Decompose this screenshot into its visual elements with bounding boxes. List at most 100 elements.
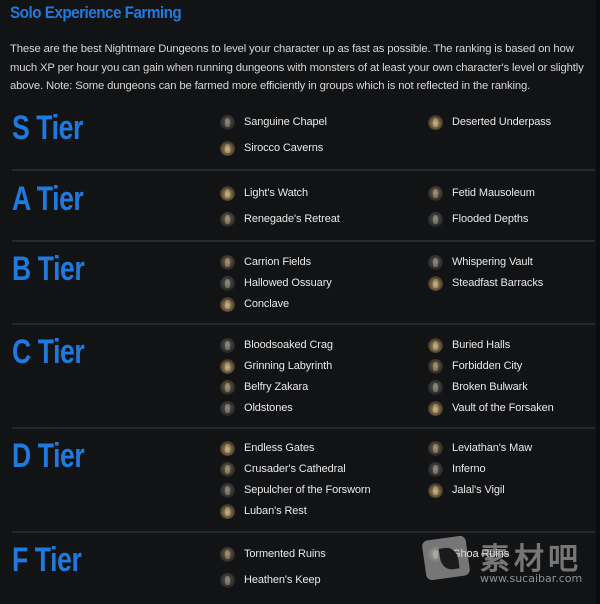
dungeon-region-icon bbox=[220, 275, 235, 291]
tier-separator bbox=[12, 427, 595, 429]
dungeon-item[interactable]: Deserted Underpass bbox=[428, 112, 551, 132]
dungeon-item[interactable]: Whispering Vault bbox=[428, 252, 533, 272]
dungeon-region-icon bbox=[220, 337, 235, 353]
dungeon-item[interactable]: Luban's Rest bbox=[220, 501, 307, 521]
dungeon-item[interactable]: Forbidden City bbox=[428, 356, 522, 376]
watermark: 素材吧 www.sucaibar.com bbox=[418, 534, 598, 594]
dungeon-region-icon bbox=[220, 254, 235, 270]
dungeon-item[interactable]: Light's Watch bbox=[220, 183, 308, 203]
dungeon-name: Vault of the Forsaken bbox=[452, 402, 554, 414]
dungeon-name: Fetid Mausoleum bbox=[452, 187, 535, 199]
dungeon-region-icon bbox=[220, 114, 235, 130]
dungeon-region-icon bbox=[428, 546, 443, 562]
dungeon-name: Sirocco Caverns bbox=[244, 142, 324, 154]
dungeon-item[interactable]: Grinning Labyrinth bbox=[220, 356, 332, 376]
dungeon-item[interactable]: Crusader's Cathedral bbox=[220, 459, 346, 479]
dungeon-name: Sepulcher of the Forsworn bbox=[244, 484, 371, 496]
tier-label: S Tier bbox=[12, 109, 83, 147]
dungeon-item[interactable]: Sanguine Chapel bbox=[220, 112, 327, 132]
dungeon-region-icon bbox=[428, 400, 443, 416]
dungeon-item[interactable]: Jalal's Vigil bbox=[428, 480, 505, 500]
dungeon-region-icon bbox=[220, 358, 235, 374]
dungeon-item[interactable]: Conclave bbox=[220, 294, 289, 314]
dungeon-item[interactable]: Sirocco Caverns bbox=[220, 138, 323, 158]
dungeon-region-icon bbox=[220, 572, 235, 588]
dungeon-name: Leviathan's Maw bbox=[452, 442, 533, 454]
dungeon-item[interactable]: Oldstones bbox=[220, 398, 293, 418]
dungeon-name: Conclave bbox=[244, 298, 290, 310]
dungeon-item[interactable]: Renegade's Retreat bbox=[220, 209, 340, 229]
dungeon-region-icon bbox=[220, 296, 235, 312]
dungeon-item[interactable]: Belfry Zakara bbox=[220, 377, 308, 397]
dungeon-item[interactable]: Endless Gates bbox=[220, 438, 314, 458]
dungeon-name: Flooded Depths bbox=[452, 213, 529, 225]
tier-label: D Tier bbox=[12, 437, 85, 475]
tier-label: C Tier bbox=[12, 333, 85, 371]
dungeon-item[interactable]: Steadfast Barracks bbox=[428, 273, 543, 293]
dungeon-item[interactable]: Fetid Mausoleum bbox=[428, 183, 535, 203]
dungeon-item[interactable]: Bloodsoaked Crag bbox=[220, 335, 333, 355]
dungeon-name: Heathen's Keep bbox=[244, 574, 321, 586]
tier-separator bbox=[12, 240, 595, 242]
dungeon-region-icon bbox=[428, 440, 443, 456]
dungeon-name: Endless Gates bbox=[244, 442, 315, 454]
dungeon-name: Bloodsoaked Crag bbox=[244, 339, 333, 351]
dungeon-item[interactable]: Broken Bulwark bbox=[428, 377, 528, 397]
dungeon-name: Deserted Underpass bbox=[452, 116, 552, 128]
dungeon-region-icon bbox=[220, 140, 235, 156]
dungeon-item[interactable]: Vault of the Forsaken bbox=[428, 398, 554, 418]
dungeon-name: Jalal's Vigil bbox=[452, 484, 505, 496]
dungeon-item[interactable]: Tormented Ruins bbox=[220, 544, 326, 564]
scrollbar-edge bbox=[596, 0, 600, 604]
dungeon-name: Broken Bulwark bbox=[452, 381, 528, 393]
dungeon-region-icon bbox=[428, 379, 443, 395]
dungeon-item[interactable]: Leviathan's Maw bbox=[428, 438, 532, 458]
dungeon-name: Sanguine Chapel bbox=[244, 116, 327, 128]
dungeon-name: Light's Watch bbox=[244, 187, 308, 199]
dungeon-region-icon bbox=[428, 358, 443, 374]
dungeon-name: Crusader's Cathedral bbox=[244, 463, 346, 475]
dungeon-item[interactable]: Hallowed Ossuary bbox=[220, 273, 332, 293]
dungeon-region-icon bbox=[428, 275, 443, 291]
dungeon-name: Tormented Ruins bbox=[244, 548, 326, 560]
dungeon-region-icon bbox=[428, 211, 443, 227]
dungeon-item[interactable]: Sepulcher of the Forsworn bbox=[220, 480, 371, 500]
dungeon-name: Luban's Rest bbox=[244, 505, 307, 517]
dungeon-region-icon bbox=[428, 337, 443, 353]
dungeon-region-icon bbox=[428, 114, 443, 130]
watermark-url: www.sucaibar.com bbox=[480, 572, 583, 585]
dungeon-item[interactable]: Carrion Fields bbox=[220, 252, 311, 272]
dungeon-name: Steadfast Barracks bbox=[452, 277, 544, 289]
dungeon-region-icon bbox=[428, 185, 443, 201]
dungeon-name: Inferno bbox=[452, 463, 486, 475]
dungeon-region-icon bbox=[428, 482, 443, 498]
tier-label: F Tier bbox=[12, 541, 82, 579]
dungeon-name: Carrion Fields bbox=[244, 256, 312, 268]
tier-separator bbox=[12, 323, 595, 325]
dungeon-item[interactable]: Flooded Depths bbox=[428, 209, 528, 229]
dungeon-name: Grinning Labyrinth bbox=[244, 360, 333, 372]
dungeon-item[interactable]: Inferno bbox=[428, 459, 486, 479]
dungeon-region-icon bbox=[428, 254, 443, 270]
dungeon-region-icon bbox=[220, 211, 235, 227]
dungeon-item[interactable]: Heathen's Keep bbox=[220, 570, 321, 590]
dungeon-region-icon bbox=[220, 482, 235, 498]
dungeon-name: Oldstones bbox=[244, 402, 293, 414]
dungeon-name: Buried Halls bbox=[452, 339, 511, 351]
dungeon-region-icon bbox=[220, 461, 235, 477]
dungeon-name: Whispering Vault bbox=[452, 256, 533, 268]
dungeon-name: Ghoa Ruins bbox=[452, 548, 510, 560]
dungeon-region-icon bbox=[220, 185, 235, 201]
intro-paragraph: These are the best Nightmare Dungeons to… bbox=[10, 43, 584, 92]
dungeon-region-icon bbox=[220, 503, 235, 519]
tier-list-page: Solo Experience Farming These are the be… bbox=[0, 0, 600, 604]
dungeon-name: Forbidden City bbox=[452, 360, 523, 372]
tier-label: A Tier bbox=[12, 180, 84, 218]
dungeon-item[interactable]: Ghoa Ruins bbox=[428, 544, 509, 564]
dungeon-region-icon bbox=[220, 400, 235, 416]
dungeon-region-icon bbox=[220, 440, 235, 456]
page-title: Solo Experience Farming bbox=[10, 3, 182, 22]
dungeon-region-icon bbox=[220, 379, 235, 395]
tier-separator bbox=[12, 169, 595, 171]
dungeon-item[interactable]: Buried Halls bbox=[428, 335, 510, 355]
